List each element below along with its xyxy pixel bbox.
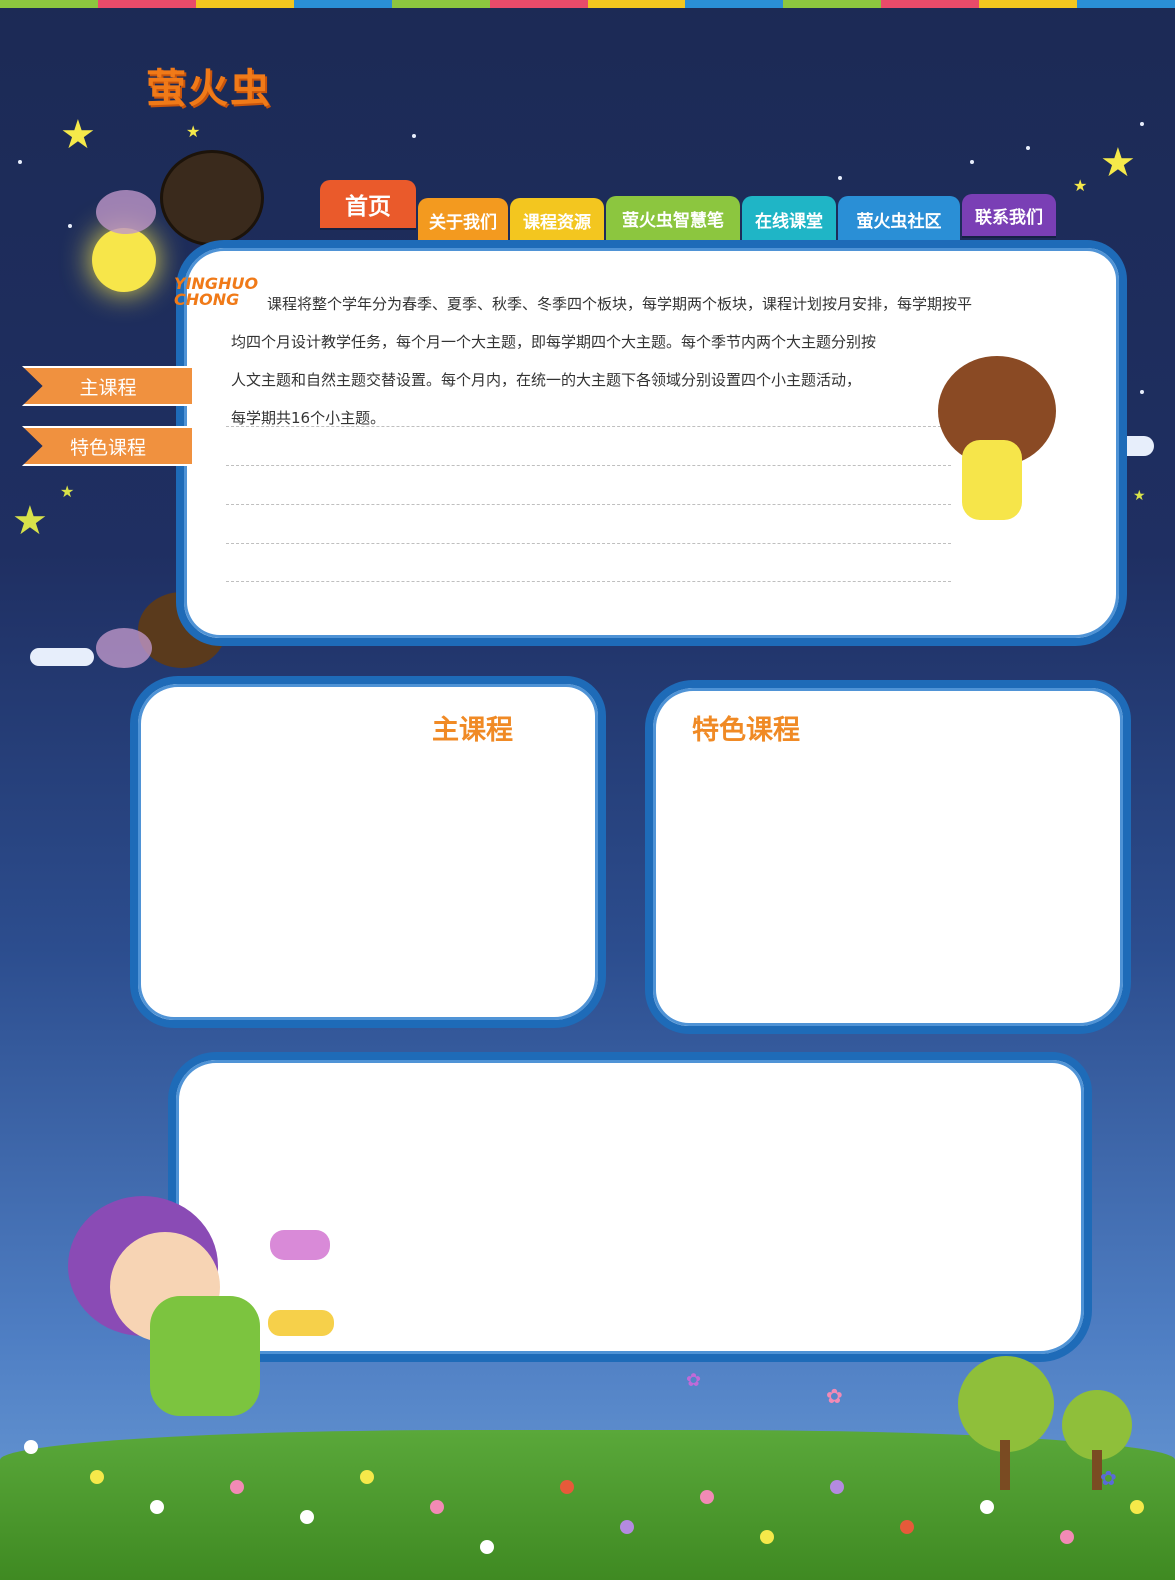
flower-icon	[90, 1470, 104, 1484]
flower-icon	[900, 1520, 914, 1534]
star-icon: ★	[1100, 140, 1136, 186]
tree-illustration	[958, 1356, 1054, 1452]
site-logo[interactable]: 萤火虫	[146, 56, 272, 114]
sparkle-icon	[838, 176, 842, 180]
toy-plane-illustration	[270, 1230, 330, 1260]
tab-community[interactable]: 萤火虫社区	[838, 196, 960, 242]
flower-icon	[760, 1530, 774, 1544]
intro-line: 人文主题和自然主题交替设置。每个月内，在统一的大主题下各领域分别设置四个小主题活…	[231, 371, 862, 389]
sparkle-icon	[68, 224, 72, 228]
tree-trunk	[1000, 1440, 1010, 1490]
top-color-stripe	[0, 0, 1175, 8]
intro-line: 均四个月设计教学任务，每个月一个大主题，即每学期四个大主题。每个季节内两个大主题…	[231, 333, 877, 351]
butterfly-icon: ✿	[686, 1370, 702, 1391]
star-icon: ★	[1073, 176, 1088, 195]
flower-icon	[620, 1520, 634, 1534]
flower-icon	[480, 1540, 494, 1554]
feature-course-title: 特色课程	[692, 715, 800, 746]
bee-wing-illustration	[96, 190, 156, 234]
flower-icon	[1060, 1530, 1074, 1544]
flower-icon	[700, 1490, 714, 1504]
flower-icon	[24, 1440, 38, 1454]
main-course-panel	[130, 676, 606, 1028]
sparkle-icon	[1140, 390, 1144, 394]
flower-icon	[360, 1470, 374, 1484]
girl-dress-illustration	[962, 440, 1022, 520]
butterfly-icon: ✿	[1100, 1466, 1117, 1490]
flower-icon	[300, 1510, 314, 1524]
main-course-title: 主课程	[432, 715, 513, 746]
divider	[226, 543, 951, 544]
flower-icon	[830, 1480, 844, 1494]
flower-icon	[150, 1500, 164, 1514]
intro-text: 课程将整个学年分为春季、夏季、秋季、冬季四个板块，每学期两个板块，课程计划按月安…	[231, 285, 1061, 437]
flower-icon	[430, 1500, 444, 1514]
sparkle-icon	[1026, 146, 1030, 150]
tab-course-resources[interactable]: 课程资源	[510, 198, 604, 242]
sidebar-item-feature-course[interactable]: 特色课程	[22, 426, 194, 466]
star-icon: ★	[60, 112, 96, 158]
star-icon: ★	[60, 482, 75, 501]
butterfly-icon: ✿	[826, 1384, 843, 1408]
divider	[226, 504, 951, 505]
intro-line: 课程将整个学年分为春季、夏季、秋季、冬季四个板块，每学期两个板块，课程计划按月安…	[267, 295, 973, 313]
sparkle-icon	[1140, 122, 1144, 126]
sparkle-icon	[970, 160, 974, 164]
bee-wing-illustration	[96, 628, 152, 668]
tab-contact-us[interactable]: 联系我们	[962, 194, 1056, 236]
divider	[226, 426, 951, 427]
divider	[226, 465, 951, 466]
sidebar-item-main-course[interactable]: 主课程	[22, 366, 194, 406]
toy-plane-illustration	[268, 1310, 334, 1336]
flower-icon	[980, 1500, 994, 1514]
flower-icon	[560, 1480, 574, 1494]
grass-meadow	[0, 1430, 1175, 1580]
intro-line: 每学期共16个小主题。	[231, 409, 386, 427]
tab-smart-pen[interactable]: 萤火虫智慧笔	[606, 196, 740, 240]
star-icon: ★	[186, 122, 201, 141]
sparkle-icon	[412, 134, 416, 138]
flower-icon	[230, 1480, 244, 1494]
divider	[226, 581, 951, 582]
star-icon: ★	[12, 498, 48, 544]
moon-illustration	[92, 228, 156, 292]
star-icon: ★	[1133, 488, 1146, 504]
sparkle-icon	[18, 160, 22, 164]
firefly-bee-illustration	[160, 150, 264, 246]
tab-about-us[interactable]: 关于我们	[418, 198, 508, 242]
tab-online-class[interactable]: 在线课堂	[742, 196, 836, 242]
tab-home[interactable]: 首页	[320, 180, 416, 228]
boy-body-illustration	[150, 1296, 260, 1416]
flower-icon	[1130, 1500, 1144, 1514]
cloud-illustration	[30, 648, 94, 666]
